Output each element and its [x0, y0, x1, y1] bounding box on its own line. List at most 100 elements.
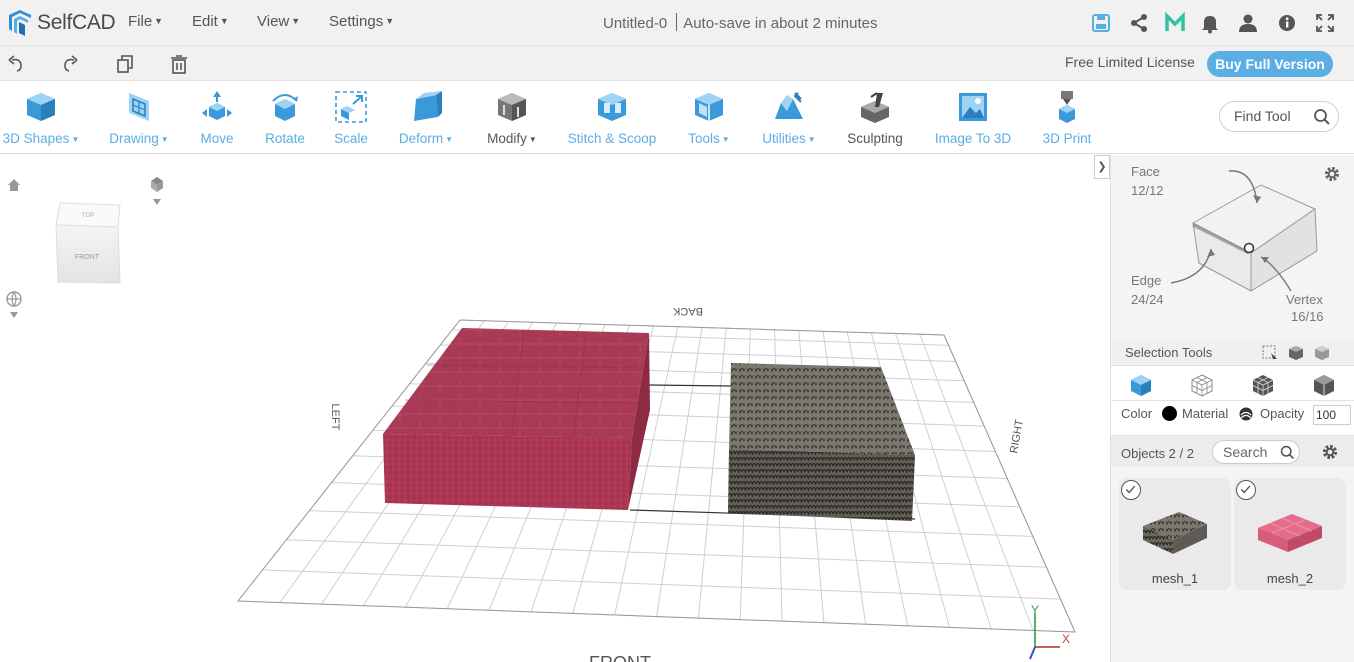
utilities-icon: [775, 92, 803, 119]
tool-label: Scale: [334, 131, 368, 146]
caret-down-icon: ▼: [385, 16, 395, 26]
grid-center-line: [647, 384, 733, 387]
app-logo[interactable]: SelfCAD: [6, 8, 116, 38]
3d-viewport[interactable]: BACK LEFT RIGHT FRONT TOP: [0, 155, 1110, 662]
object-checkbox[interactable]: [1121, 480, 1141, 500]
tool-label: Modify ▼: [487, 131, 537, 146]
object-card-mesh-1[interactable]: mesh_1: [1119, 478, 1231, 590]
search-icon[interactable]: [1279, 444, 1296, 461]
tool-label: Image To 3D: [934, 131, 1012, 146]
collapse-panel-button[interactable]: ❯: [1094, 155, 1110, 179]
tool-tools[interactable]: Tools ▼: [681, 89, 737, 146]
tool-sculpting[interactable]: Sculpting: [842, 89, 908, 146]
tool-modify[interactable]: Modify ▼: [481, 89, 543, 146]
share-icon[interactable]: [1128, 12, 1150, 34]
gear-icon[interactable]: [1321, 443, 1339, 461]
color-swatch[interactable]: [1162, 406, 1177, 421]
object-mode-icon[interactable]: [1129, 373, 1153, 397]
tool-label: Utilities ▼: [762, 131, 816, 146]
view-cube-front-label[interactable]: FRONT: [75, 254, 100, 261]
caret-down-icon: ▼: [291, 16, 301, 26]
mesh-2-thumbnail: [1258, 514, 1322, 552]
vertex-label: Vertex: [1286, 292, 1323, 307]
edge-count: 24/24: [1131, 292, 1164, 307]
edit-actions-bar: Free Limited License Buy Full Version: [0, 46, 1354, 81]
object-card-mesh-2[interactable]: mesh_2: [1234, 478, 1346, 590]
check-icon: [1240, 485, 1251, 494]
objects-search[interactable]: [1212, 440, 1300, 464]
select-connected-icon[interactable]: [1287, 344, 1305, 362]
mesh-2-object[interactable]: [383, 328, 650, 510]
document-title[interactable]: Untitled-0: [603, 15, 667, 32]
tool-stitch-scoop[interactable]: Stitch & Scoop: [565, 89, 659, 146]
material-icon[interactable]: [1238, 406, 1254, 422]
bell-icon[interactable]: [1199, 12, 1221, 34]
info-icon[interactable]: [1276, 12, 1298, 34]
search-icon[interactable]: [1312, 107, 1332, 127]
redo-icon[interactable]: [60, 54, 80, 74]
vertex-mode-icon[interactable]: [1312, 373, 1336, 397]
title-divider: [676, 13, 678, 31]
tool-drawing[interactable]: Drawing ▼: [106, 89, 172, 146]
tool-scale[interactable]: Scale: [328, 89, 374, 146]
view-cube-top-label[interactable]: TOP: [82, 213, 94, 219]
copy-icon[interactable]: [115, 54, 135, 74]
menu-edit-label: Edit: [192, 13, 218, 30]
globe-icon[interactable]: [6, 291, 22, 318]
buy-full-version-button[interactable]: Buy Full Version: [1207, 51, 1333, 77]
opacity-input[interactable]: [1313, 405, 1351, 425]
undo-icon[interactable]: [6, 54, 26, 74]
home-view-icon[interactable]: [8, 179, 20, 191]
menu-file[interactable]: File ▼: [128, 13, 163, 30]
material-label[interactable]: Material: [1182, 406, 1228, 421]
face-mode-icon[interactable]: [1190, 373, 1214, 397]
modify-icon: [498, 93, 526, 121]
menu-edit[interactable]: Edit ▼: [192, 13, 229, 30]
tool-move[interactable]: Move: [191, 89, 243, 146]
menu-settings-label: Settings: [329, 13, 384, 30]
find-tool-input[interactable]: [1234, 108, 1310, 124]
chevron-right-icon: ❯: [1097, 161, 1107, 173]
objects-search-input[interactable]: [1223, 444, 1281, 460]
selfcad-app: SelfCAD File ▼ Edit ▼ View ▼ Settings ▼ Unti…: [0, 0, 1354, 662]
scale-icon: [335, 91, 367, 123]
edge-mode-icon[interactable]: [1251, 373, 1275, 397]
sculpting-icon: [861, 92, 889, 123]
save-icon[interactable]: [1090, 12, 1112, 34]
tool-deform[interactable]: Deform ▼: [394, 89, 458, 146]
opacity-label: Opacity: [1260, 406, 1305, 421]
tool-3d-shapes[interactable]: 3D Shapes ▼: [2, 89, 80, 146]
find-tool-search[interactable]: [1219, 101, 1339, 132]
grid-line: [309, 510, 1033, 537]
tools-icon: [695, 93, 723, 121]
objects-header: Objects 2 / 2: [1111, 435, 1354, 467]
tool-rotate[interactable]: Rotate: [258, 89, 312, 146]
face-label: Face: [1131, 164, 1160, 179]
box-select-icon[interactable]: [1261, 344, 1279, 362]
top-bar: SelfCAD File ▼ Edit ▼ View ▼ Settings ▼ Unti…: [0, 0, 1354, 46]
tool-utilities[interactable]: Utilities ▼: [757, 89, 821, 146]
grid-line: [919, 334, 1034, 631]
camera-orient-icon[interactable]: [151, 177, 163, 205]
fullscreen-icon[interactable]: [1314, 12, 1336, 34]
select-all-icon[interactable]: [1313, 344, 1331, 362]
objects-count: Objects 2 / 2: [1121, 446, 1194, 461]
tool-image-to-3d[interactable]: Image To 3D: [930, 89, 1016, 146]
view-cube[interactable]: TOP FRONT: [55, 202, 121, 284]
menu-view-label: View: [257, 13, 290, 30]
object-checkbox[interactable]: [1236, 480, 1256, 500]
menu-settings[interactable]: Settings ▼: [329, 13, 394, 30]
tool-label: Drawing ▼: [109, 131, 169, 146]
object-name: mesh_2: [1266, 571, 1314, 586]
delete-icon[interactable]: [169, 54, 189, 74]
tool-label: 3D Print: [1042, 131, 1092, 146]
mesh-1-object[interactable]: [728, 363, 915, 521]
m-icon[interactable]: [1164, 12, 1186, 34]
right-panel: Face 12/12 Edge 24/24 Vertex 16/16 Selec…: [1110, 155, 1354, 662]
document-title-area: Untitled-0 Auto-save in about 2 minutes: [603, 13, 878, 32]
scene-canvas[interactable]: BACK LEFT RIGHT FRONT TOP: [0, 155, 1110, 662]
user-icon[interactable]: [1237, 12, 1259, 34]
object-name: mesh_1: [1151, 571, 1199, 586]
menu-view[interactable]: View ▼: [257, 13, 300, 30]
tool-3d-print[interactable]: 3D Print: [1038, 89, 1096, 146]
